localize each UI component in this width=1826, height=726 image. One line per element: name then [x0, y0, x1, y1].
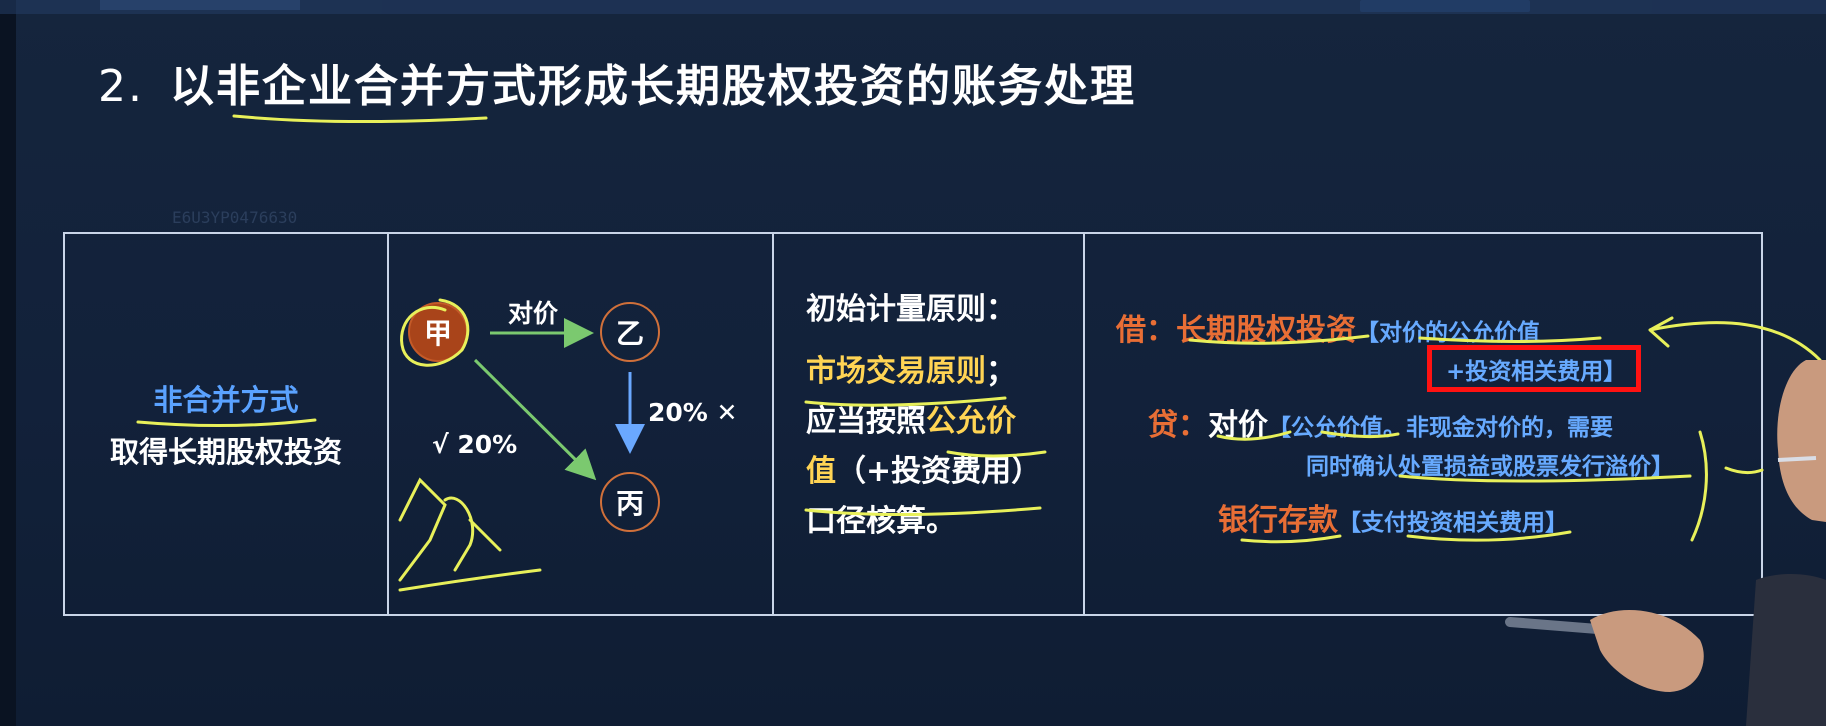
credit-entry: 贷：对价【公允价值。非现金对价的，需要	[1148, 400, 1613, 444]
principle-value: 值	[806, 454, 836, 489]
principle-line-2: 应当按照公允价	[806, 397, 1076, 447]
highlight-box	[1427, 345, 1641, 392]
credit-note-line-2: 同时确认处置损益或股票发行溢价】	[1306, 447, 1674, 481]
credit-label: 贷：	[1148, 408, 1208, 443]
principle-line-1: 市场交易原则；	[806, 347, 1076, 397]
node-jia: 甲	[408, 302, 468, 362]
credit-note-2: 同时确认处置损益或股票发行溢价】	[1306, 454, 1674, 480]
debit-entry: 借：长期股权投资【对价的公允价值	[1116, 305, 1540, 349]
principle-market-rule: 市场交易原则	[806, 354, 986, 389]
debit-label: 借：	[1116, 313, 1176, 348]
principle-fair: 公允价	[926, 404, 1016, 439]
debit-account: 长期股权投资	[1176, 313, 1356, 348]
node-yi: 乙	[600, 302, 660, 362]
bank-entry: 银行存款【支付投资相关费用】	[1218, 495, 1568, 539]
principle-heading: 初始计量原则：	[806, 292, 1016, 327]
bank-account: 银行存款	[1218, 503, 1338, 538]
label-consideration: 对价	[508, 299, 559, 328]
principle-punct: ；	[986, 354, 1016, 389]
credit-account: 对价	[1208, 408, 1268, 443]
principle-line-3: 值（+投资费用）	[806, 447, 1076, 497]
measurement-principle: 初始计量原则： 市场交易原则； 应当按照公允价 值（+投资费用） 口径核算。	[806, 285, 1076, 547]
debit-note-1: 【对价的公允价值	[1356, 320, 1540, 346]
principle-fee: （+投资费用）	[836, 454, 1042, 489]
node-bing: 丙	[600, 472, 660, 532]
presenter-hand	[1505, 609, 1704, 692]
presenter-figure	[1746, 360, 1826, 726]
label-yi-bing-percent: 20% ✕	[648, 398, 738, 427]
principle-should: 应当按照	[806, 404, 926, 439]
credit-note-1: 【公允价值。非现金对价的，需要	[1268, 415, 1613, 441]
label-jia-bing-percent: √ 20%	[432, 430, 518, 459]
bank-note: 【支付投资相关费用】	[1338, 510, 1568, 536]
principle-line-4: 口径核算。	[806, 504, 956, 539]
